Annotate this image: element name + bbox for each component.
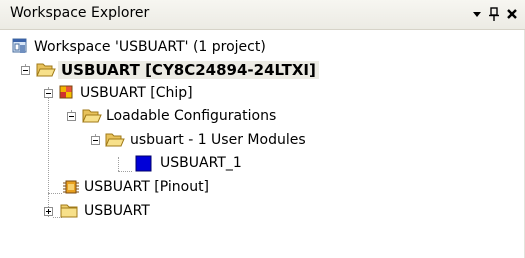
user-module-icon	[135, 155, 152, 172]
panel-title: Workspace Explorer	[10, 5, 150, 21]
collapse-toggle[interactable]	[67, 112, 76, 121]
collapse-toggle[interactable]	[21, 66, 30, 75]
open-folder-icon	[36, 63, 56, 77]
tree-item-user-module[interactable]: USBUART_1	[0, 152, 300, 176]
tree-item-label: USBUART [Pinout]	[84, 179, 210, 195]
panel-title-bar: Workspace Explorer	[0, 0, 525, 30]
tree-item-loadable-configurations[interactable]: Loadable Configurations	[0, 105, 330, 129]
tree-item-label: Workspace 'USBUART' (1 project)	[34, 39, 266, 55]
workspace-explorer-panel: Workspace Explorer Workspace 'USBUART' (…	[0, 0, 525, 258]
chip-icon	[59, 85, 73, 99]
close-icon	[507, 9, 517, 19]
tree-item-project[interactable]: USBUART [CY8C24894-24LTXI]	[0, 59, 380, 83]
dropdown-arrow-icon	[473, 12, 481, 17]
tree-item-configuration[interactable]: usbuart - 1 User Modules	[0, 129, 380, 153]
tree-item-chip[interactable]: USBUART [Chip]	[0, 82, 250, 106]
dropdown-button[interactable]	[468, 0, 486, 29]
expand-toggle[interactable]	[44, 207, 53, 216]
collapse-toggle[interactable]	[91, 136, 100, 145]
tree-item-label: USBUART_1	[160, 155, 242, 171]
auto-hide-pin-button[interactable]	[485, 0, 503, 29]
tree-item-pinout[interactable]: USBUART [Pinout]	[0, 176, 300, 200]
open-folder-icon	[105, 133, 125, 147]
open-folder-icon	[82, 109, 102, 123]
workspace-tree: Workspace 'USBUART' (1 project) USBUART …	[0, 30, 525, 258]
close-button[interactable]	[503, 0, 521, 29]
tree-item-label: usbuart - 1 User Modules	[130, 132, 306, 148]
tree-item-label: USBUART	[84, 203, 150, 219]
collapse-toggle[interactable]	[44, 89, 53, 98]
pin-icon	[489, 7, 499, 21]
pinout-icon	[63, 180, 79, 194]
tree-item-label: USBUART [CY8C24894-24LTXI]	[58, 61, 319, 79]
tree-item-folder[interactable]: USBUART	[0, 200, 250, 224]
tree-item-workspace[interactable]: Workspace 'USBUART' (1 project)	[0, 36, 330, 60]
workspace-icon	[12, 38, 27, 53]
folder-icon	[60, 204, 78, 218]
tree-item-label: Loadable Configurations	[106, 108, 277, 124]
tree-item-label: USBUART [Chip]	[80, 85, 193, 101]
